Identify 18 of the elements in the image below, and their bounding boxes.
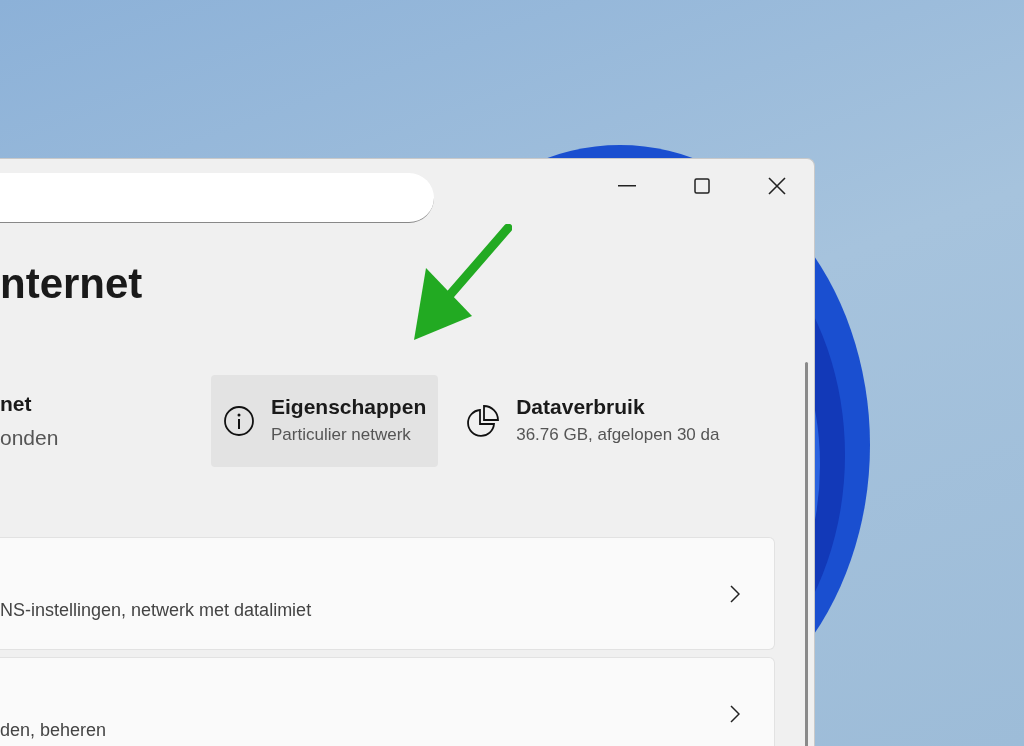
info-icon	[223, 405, 255, 437]
row-description: den, beheren	[0, 720, 107, 741]
close-icon[interactable]	[768, 177, 786, 195]
pie-chart-icon	[466, 404, 501, 438]
scrollbar[interactable]	[805, 362, 808, 746]
page-title: nternet	[0, 259, 144, 309]
row-description: NS-instellingen, netwerk met datalimiet	[0, 600, 312, 621]
search-field[interactable]	[0, 173, 434, 223]
network-status: onden	[0, 425, 60, 451]
settings-row[interactable]: den, beheren	[0, 657, 775, 746]
maximize-icon[interactable]	[694, 178, 710, 194]
chevron-right-icon	[730, 584, 740, 603]
property-card[interactable]: Eigenschappen Particulier netwerk	[211, 375, 439, 467]
property-card[interactable]: Dataverbruik 36.76 GB, afgelopen 30 da	[454, 375, 732, 467]
settings-row[interactable]: NS-instellingen, netwerk met datalimiet	[0, 537, 775, 650]
chevron-right-icon	[730, 704, 740, 723]
network-name: net	[0, 391, 33, 417]
minimize-icon[interactable]	[618, 185, 636, 187]
